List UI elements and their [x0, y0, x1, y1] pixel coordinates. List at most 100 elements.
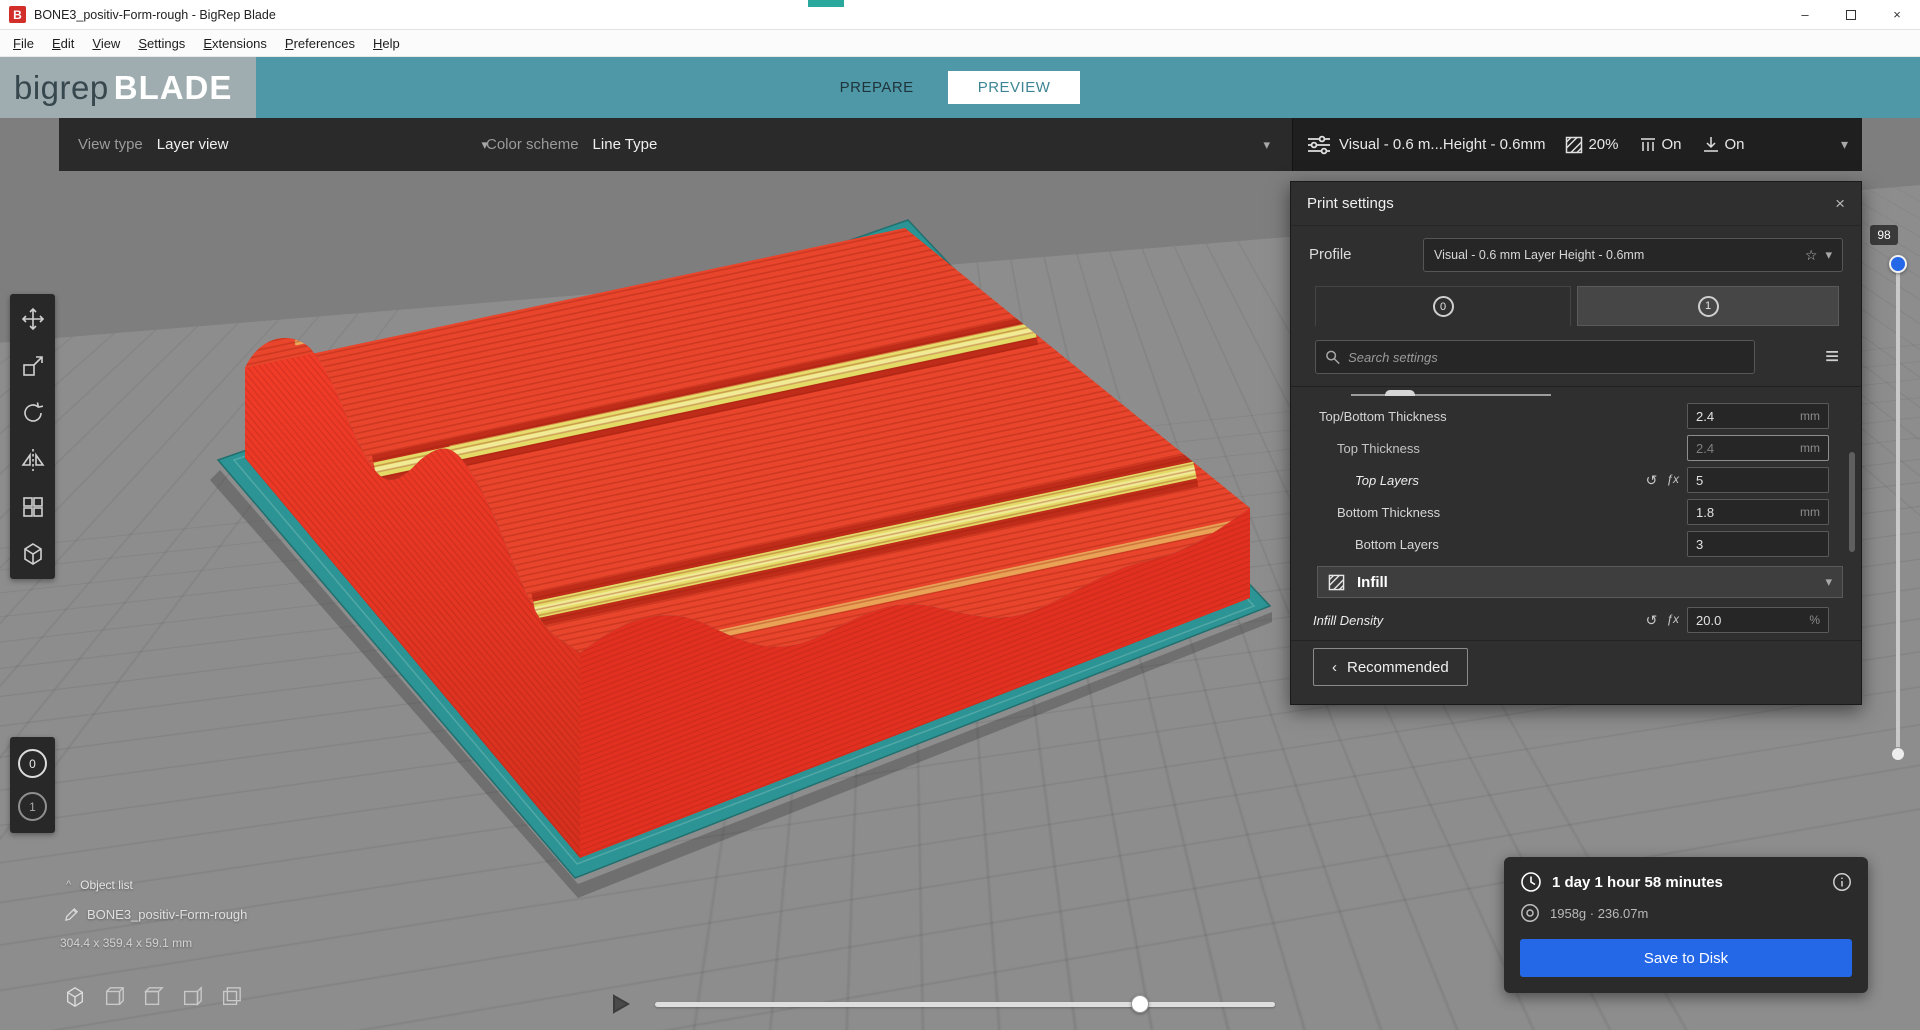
setting-label: Infill Density [1313, 613, 1383, 628]
close-button[interactable]: × [1874, 0, 1920, 29]
material-usage: 1958g · 236.07m [1550, 906, 1648, 921]
setting-value: 5 [1696, 473, 1820, 488]
menu-settings[interactable]: Settings [129, 32, 194, 55]
setting-row-infill-density: Infill Density ↺ ƒx 20.0 % [1291, 604, 1851, 636]
rotate-tool-button[interactable] [18, 398, 48, 428]
profile-value: Visual - 0.6 mm Layer Height - 0.6mm [1434, 248, 1797, 262]
extruder-0-button[interactable]: 0 [18, 749, 47, 778]
timeline-track[interactable] [655, 1002, 1275, 1007]
infill-icon [1565, 136, 1583, 154]
layer-slider-track[interactable] [1896, 256, 1900, 760]
summary-adhesion: On [1702, 136, 1745, 154]
info-icon [1832, 872, 1852, 892]
clock-icon [1520, 871, 1542, 893]
model-3d-preview[interactable] [200, 208, 1290, 908]
divider [1291, 386, 1861, 387]
tab-preview[interactable]: PREVIEW [948, 71, 1081, 104]
chevron-down-icon: ▾ [1825, 247, 1832, 263]
formula-icon[interactable]: ƒx [1666, 612, 1679, 629]
menu-bar: File Edit View Settings Extensions Prefe… [0, 30, 1920, 57]
object-list-overlay: ^ Object list BONE3_positiv-Form-rough 3… [60, 878, 247, 950]
mirror-tool-button[interactable] [18, 445, 48, 475]
tab-prepare[interactable]: PREPARE [840, 79, 914, 96]
support-icon [1639, 136, 1657, 154]
extruder-1-label: 1 [29, 800, 36, 814]
extruder-0-tab-icon: 0 [1433, 296, 1454, 317]
play-icon [612, 994, 630, 1014]
menu-view[interactable]: View [83, 32, 129, 55]
save-to-disk-button[interactable]: Save to Disk [1520, 939, 1852, 977]
mirror-icon [21, 448, 45, 472]
object-list-item[interactable]: BONE3_positiv-Form-rough [60, 907, 247, 922]
layer-slider-bottom-handle[interactable] [1891, 747, 1905, 761]
setting-value-field[interactable]: 2.4 mm [1687, 435, 1829, 461]
category-label: Infill [1357, 574, 1388, 591]
setting-value-field[interactable]: 20.0 % [1687, 607, 1829, 633]
move-tool-button[interactable] [18, 304, 48, 334]
menu-file[interactable]: File [4, 32, 43, 55]
settings-scrollbar[interactable] [1849, 452, 1855, 552]
layer-slider-top-handle[interactable] [1889, 255, 1907, 273]
extruder-1-tab-icon: 1 [1698, 296, 1719, 317]
setting-value: 3 [1696, 537, 1820, 552]
setting-value-field[interactable]: 3 [1687, 531, 1829, 557]
per-model-settings-icon [21, 495, 45, 519]
recommended-mode-button[interactable]: ‹ Recommended [1313, 648, 1468, 686]
menu-extensions[interactable]: Extensions [194, 32, 276, 55]
per-model-settings-button[interactable] [18, 492, 48, 522]
view-type-label: View type [78, 136, 143, 153]
close-icon: × [1893, 7, 1901, 22]
category-infill[interactable]: Infill ▾ [1317, 566, 1843, 598]
profile-dropdown[interactable]: Visual - 0.6 mm Layer Height - 0.6mm ☆ ▾ [1423, 238, 1843, 272]
play-button[interactable] [612, 994, 630, 1014]
setting-label: Top Thickness [1337, 441, 1420, 456]
setting-value: 2.4 [1696, 441, 1800, 456]
bigrep-logo: bigrep BLADE [0, 57, 256, 118]
divider [1291, 640, 1861, 641]
extruder-1-button[interactable]: 1 [18, 792, 47, 821]
print-job-card: 1 day 1 hour 58 minutes 1958g · 236.07m … [1504, 857, 1868, 993]
tab-extruder-0[interactable]: 0 [1315, 286, 1571, 326]
menu-edit[interactable]: Edit [43, 32, 83, 55]
timeline-handle[interactable] [1131, 995, 1149, 1013]
object-name: BONE3_positiv-Form-rough [87, 907, 247, 922]
setting-value-field[interactable]: 2.4 mm [1687, 403, 1829, 429]
print-settings-panel: Print settings × Profile Visual - 0.6 mm… [1290, 181, 1862, 705]
view-type-dropdown[interactable]: View type Layer view ▾ [78, 136, 488, 153]
setting-value: 2.4 [1696, 409, 1800, 424]
setting-value-field[interactable]: 5 [1687, 467, 1829, 493]
color-scheme-dropdown[interactable]: Color scheme Line Type ▾ [486, 136, 1282, 153]
summary-support: On [1639, 136, 1682, 154]
menu-preferences[interactable]: Preferences [276, 32, 364, 55]
setting-value-field[interactable]: 1.8 mm [1687, 499, 1829, 525]
scale-tool-button[interactable] [18, 351, 48, 381]
formula-icon[interactable]: ƒx [1666, 472, 1679, 489]
print-settings-summary-button[interactable]: Visual - 0.6 m...Height - 0.6mm 20% [1292, 118, 1862, 171]
revert-icon[interactable]: ↺ [1646, 472, 1658, 489]
setting-row-top-bottom-thickness: Top/Bottom Thickness 2.4 mm [1291, 400, 1851, 432]
setting-row-top-layers: Top Layers ↺ ƒx 5 [1291, 464, 1851, 496]
minimize-button[interactable]: – [1782, 0, 1828, 29]
maximize-button[interactable] [1828, 0, 1874, 29]
setting-label: Top Layers [1355, 473, 1419, 488]
info-button[interactable] [1832, 872, 1852, 892]
object-list-toggle[interactable]: ^ Object list [60, 878, 247, 892]
maximize-icon [1846, 10, 1856, 20]
menu-help[interactable]: Help [364, 32, 409, 55]
summary-profile-text: Visual - 0.6 m...Height - 0.6mm [1339, 136, 1545, 153]
chevron-down-icon: ▾ [1841, 136, 1848, 153]
search-input[interactable] [1348, 350, 1745, 365]
revert-icon[interactable]: ↺ [1646, 612, 1658, 629]
settings-menu-icon[interactable]: ≡ [1825, 342, 1839, 372]
sliders-icon [1307, 135, 1331, 155]
stage-tabs: PREPARE PREVIEW [0, 57, 1920, 118]
setting-label: Top/Bottom Thickness [1319, 409, 1447, 424]
layer-slider: 98 [1885, 118, 1915, 1030]
support-blocker-button[interactable] [18, 539, 48, 569]
star-icon: ☆ [1805, 247, 1818, 264]
tab-extruder-1[interactable]: 1 [1577, 286, 1839, 326]
settings-search-box[interactable] [1315, 340, 1755, 374]
summary-infill-value: 20% [1588, 136, 1618, 153]
setting-value: 1.8 [1696, 505, 1800, 520]
close-panel-button[interactable]: × [1835, 194, 1845, 214]
